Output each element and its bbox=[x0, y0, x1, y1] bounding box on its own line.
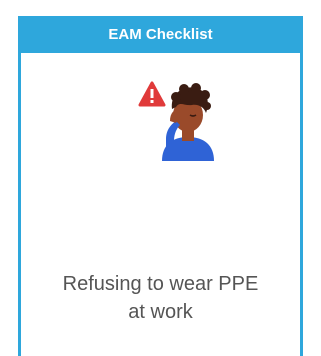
card-header: EAM Checklist bbox=[18, 16, 303, 53]
caption-line-2: at work bbox=[128, 301, 193, 323]
person-refusing-ppe-warning-icon bbox=[126, 79, 218, 161]
eam-checklist-card[interactable]: EAM Checklist Refusing to wear PPE at wo… bbox=[18, 16, 303, 356]
card-caption: Refusing to wear PPE at work bbox=[21, 270, 300, 326]
card-title: EAM Checklist bbox=[108, 26, 213, 43]
warning-triangle-icon bbox=[138, 81, 166, 107]
caption-line-1: Refusing to wear PPE bbox=[62, 273, 259, 295]
